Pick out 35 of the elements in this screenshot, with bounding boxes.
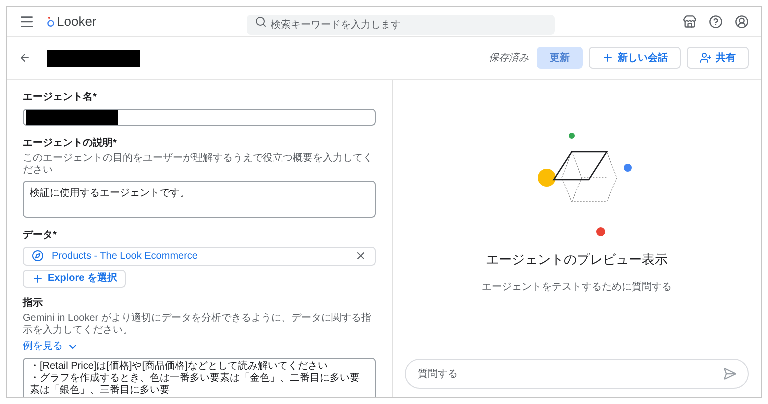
field-hint: Gemini in Looker がより適切にデータを分析できるように、データに関する指示を入力してください。 (23, 313, 372, 337)
field-hint: このエージェントの目的をユーザーが理解するうえで役立つ概要を入力してください (23, 153, 374, 178)
send-icon[interactable] (723, 367, 737, 381)
field-label: 指示 (23, 296, 44, 311)
field-label: データ* (23, 228, 58, 243)
account-icon[interactable] (735, 14, 749, 28)
plus-icon (602, 52, 614, 64)
logo-icon (47, 16, 55, 28)
see-examples-link[interactable]: 例を見る (23, 339, 79, 354)
name-field[interactable] (23, 109, 376, 126)
question-field[interactable]: 質問する (405, 359, 749, 389)
instruction-line: ・[Retail Price]は[価格]や[商品価格]などとして読み解いてください (30, 361, 329, 372)
save-status: 保存済み (489, 52, 529, 66)
select-explore-button[interactable]: Explore を選択 (23, 270, 126, 288)
add-person-icon (700, 52, 712, 64)
preview-title: エージェントのプレビュー表示 (486, 251, 668, 269)
instructions-field[interactable]: ・[Retail Price]は[価格]や[商品価格]などとして読み解いてください ・グラフを作成するとき、色は一番多い要素は「金色」、二番目に多い要素は「銀色」、三番目に多い要 (23, 358, 376, 397)
description-field[interactable]: 検証に使用するエージェントです。 (23, 181, 376, 218)
compass-icon (32, 250, 44, 262)
close-icon[interactable] (355, 250, 367, 262)
share-button[interactable]: 共有 (687, 47, 749, 69)
help-icon[interactable] (709, 14, 723, 28)
selected-explore-chip[interactable]: Products - The Look Ecommerce (23, 246, 376, 266)
field-label: エージェントの説明* (23, 136, 118, 152)
logo-text: Looker (57, 12, 97, 31)
instruction-line: ・グラフを作成するとき、色は一番多い要素は「金色」、二番目に多い要素は「銀色」、三番目に多い要 (30, 373, 361, 397)
preview-subtitle: エージェントをテストするために質問する (482, 280, 672, 294)
search-field[interactable]: 検索キーワードを入力します (246, 15, 555, 35)
search-icon (254, 16, 267, 28)
new-chat-button[interactable]: 新しい会話 (589, 47, 681, 69)
field-label: エージェント名* (23, 90, 98, 105)
store-icon[interactable] (683, 14, 697, 28)
plus-icon (32, 272, 44, 285)
back-arrow-icon[interactable] (19, 52, 31, 64)
menu-icon[interactable] (19, 14, 35, 30)
